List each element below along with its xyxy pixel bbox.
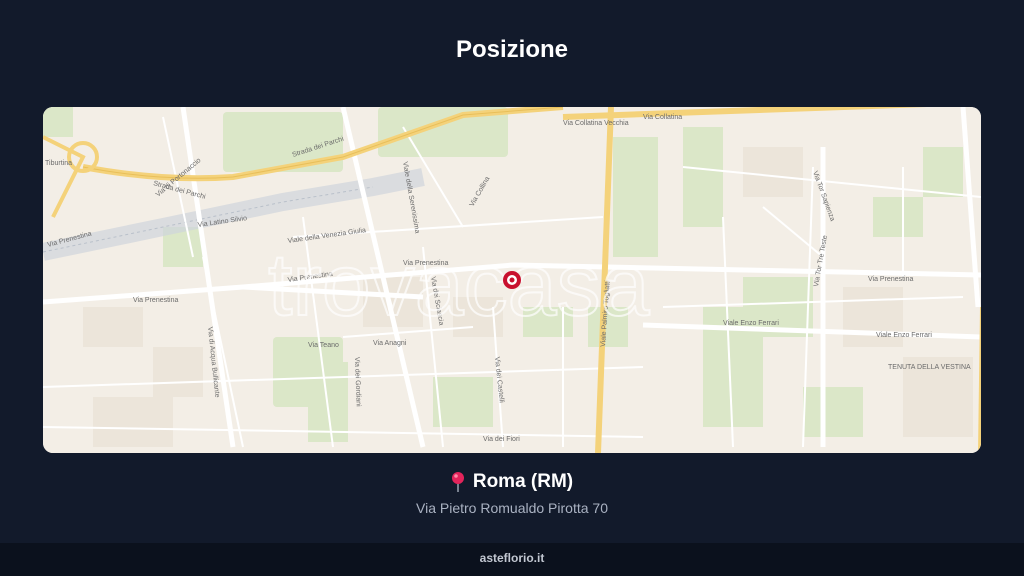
page-title: Posizione: [455, 36, 569, 63]
street-label: Via Anagni: [373, 340, 407, 347]
map-watermark: trovacasa: [268, 235, 650, 334]
street-label: Tiburtina: [45, 160, 72, 167]
location-heading: Roma (RM): [0, 471, 1024, 493]
map-canvas[interactable]: Tiburtina Strada dei Parchi Strada dei P…: [43, 107, 981, 453]
location-address: Via Pietro Romualdo Pirotta 70: [416, 500, 608, 516]
pushpin-icon: [451, 471, 464, 492]
map-view[interactable]: Tiburtina Strada dei Parchi Strada dei P…: [43, 107, 981, 453]
street-label: TENUTA DELLA VESTINA: [888, 364, 971, 371]
street-label: Viale Enzo Ferrari: [723, 320, 779, 327]
location-marker-icon[interactable]: [503, 271, 521, 289]
street-label: Via Collatina: [643, 114, 682, 121]
street-label: Via Prenestina: [868, 276, 914, 283]
location-city: Roma (RM): [472, 471, 574, 492]
street-label: Viale Enzo Ferrari: [876, 332, 932, 339]
street-label: Via Prenestina: [133, 297, 179, 304]
street-label: Via Teano: [308, 342, 339, 349]
street-label: Via dei Fiori: [483, 436, 520, 443]
street-label: Via Collatina Vecchia: [563, 120, 629, 127]
footer-brand[interactable]: asteflorio.it: [0, 543, 1024, 576]
